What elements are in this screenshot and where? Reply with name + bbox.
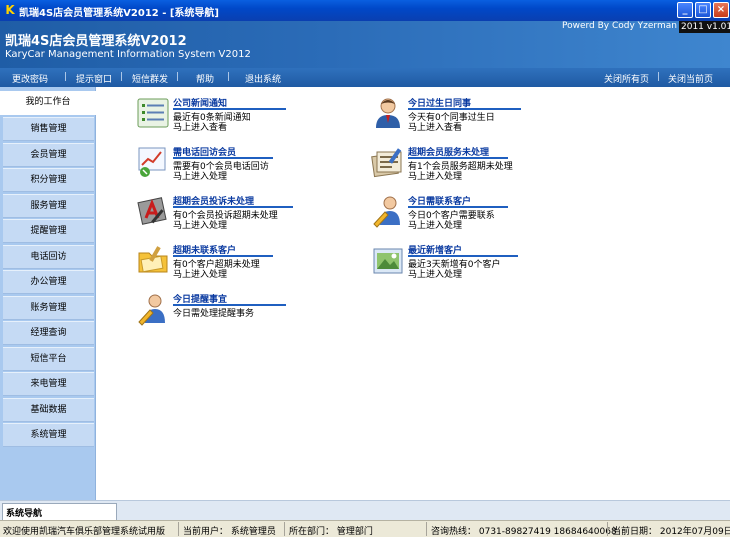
sidebar-item-system[interactable]: 系统管理 (3, 423, 94, 447)
app-title: 凯瑞4S店会员管理系统V2012 (5, 30, 187, 49)
status-user: 当前用户： 系统管理员 (183, 524, 276, 537)
reminder-user-icon (136, 292, 170, 326)
menu-help[interactable]: 帮助 (196, 72, 214, 85)
card-overdue-complaints[interactable]: 超期会员投诉未处理 有0个会员投诉超期未处理 马上进入处理 (136, 194, 366, 230)
header-banner: 凯瑞4S店会员管理系统V2012 KaryCar Management Info… (0, 21, 730, 68)
contact-user-icon (371, 194, 405, 228)
sidebar-item-manager-query[interactable]: 经理查询 (3, 321, 94, 345)
menu-bar: 更改密码 | 提示窗口 | 短信群发 | 帮助 | 退出系统 关闭所有页 | 关… (0, 68, 730, 87)
window-title: 凯瑞4S店会员管理系统V2012 - [系统导航] (19, 4, 219, 19)
menu-change-password[interactable]: 更改密码 (12, 72, 48, 85)
menu-separator: | (64, 72, 67, 82)
close-button[interactable]: × (713, 2, 729, 18)
card-action[interactable]: 马上进入处理 (173, 218, 227, 231)
status-divider (426, 522, 427, 536)
menu-separator: | (120, 72, 123, 82)
sidebar-item-calls[interactable]: 来电管理 (3, 372, 94, 396)
card-line: 今日需处理提醒事务 (173, 306, 254, 319)
sidebar-item-callback[interactable]: 电话回访 (3, 245, 94, 269)
status-welcome: 欢迎使用凯瑞汽车俱乐部管理系统试用版 (3, 524, 165, 537)
sidebar-item-members[interactable]: 会员管理 (3, 143, 94, 167)
card-action[interactable]: 马上进入处理 (408, 169, 462, 182)
person-icon (371, 96, 405, 130)
tab-system-navigation[interactable]: 系统导航 (2, 503, 117, 520)
menu-separator: | (176, 72, 179, 82)
card-action[interactable]: 马上进入处理 (408, 267, 462, 280)
title-bar: K 凯瑞4S店会员管理系统V2012 - [系统导航] _ □ × (0, 0, 730, 21)
status-department: 所在部门： 管理部门 (289, 524, 373, 537)
maximize-button[interactable]: □ (695, 2, 711, 18)
new-customer-icon (371, 243, 405, 277)
sidebar-item-reminders[interactable]: 提醒管理 (3, 219, 94, 243)
sidebar-item-points[interactable]: 积分管理 (3, 168, 94, 192)
minimize-button[interactable]: _ (677, 2, 693, 18)
complaint-icon (136, 194, 170, 228)
card-birthdays[interactable]: 今日过生日同事 今天有0个同事过生日 马上进入查看 (371, 96, 591, 132)
card-action[interactable]: 马上进入查看 (173, 120, 227, 133)
status-divider (178, 522, 179, 536)
menu-separator: | (657, 72, 660, 82)
documents-icon (371, 145, 405, 179)
menu-separator: | (227, 72, 230, 82)
card-action[interactable]: 马上进入查看 (408, 120, 462, 133)
sidebar: 我的工作台 销售管理 会员管理 积分管理 服务管理 提醒管理 电话回访 办公管理… (0, 87, 96, 500)
card-action[interactable]: 马上进入处理 (173, 267, 227, 280)
checklist-icon (136, 96, 170, 130)
card-contact-today[interactable]: 今日需联系客户 今日0个客户需要联系 马上进入处理 (371, 194, 591, 230)
menu-close-all[interactable]: 关闭所有页 (604, 72, 649, 85)
version-badge: 2011 v1.01版 (679, 21, 730, 33)
card-action[interactable]: 马上进入处理 (408, 218, 462, 231)
card-overdue-uncontacted[interactable]: 超期未联系客户 有0个客户超期未处理 马上进入处理 (136, 243, 356, 279)
main-panel: 公司新闻通知 最近有0条新闻通知 马上进入查看 今日过生日同事 今天有0个同事过… (97, 87, 730, 500)
app-subtitle: KaryCar Management Information System V2… (5, 49, 251, 60)
menu-bulk-sms[interactable]: 短信群发 (132, 72, 168, 85)
sidebar-item-service[interactable]: 服务管理 (3, 194, 94, 218)
powered-by: Powerd By Cody Yzerman (562, 21, 677, 31)
sidebar-item-sms[interactable]: 短信平台 (3, 347, 94, 371)
status-date: 当前日期： 2012年07月09日 (612, 524, 730, 537)
menu-exit[interactable]: 退出系统 (245, 72, 281, 85)
sidebar-item-basic-data[interactable]: 基础数据 (3, 398, 94, 422)
card-action[interactable]: 马上进入处理 (173, 169, 227, 182)
menu-prompt-window[interactable]: 提示窗口 (76, 72, 112, 85)
app-icon: K (3, 3, 17, 17)
status-divider (284, 522, 285, 536)
folder-icon (136, 243, 170, 277)
sidebar-item-workbench[interactable]: 我的工作台 (0, 91, 96, 115)
card-new-customers[interactable]: 最近新增客户 最近3天新增有0个客户 马上进入处理 (371, 243, 591, 279)
phone-chart-icon (136, 145, 170, 179)
status-divider (607, 522, 608, 536)
status-hotline: 咨询热线： 0731-89827419 18684640068 (431, 524, 617, 537)
sidebar-item-office[interactable]: 办公管理 (3, 270, 94, 294)
card-company-news[interactable]: 公司新闻通知 最近有0条新闻通知 马上进入查看 (136, 96, 356, 132)
sidebar-item-sales[interactable]: 销售管理 (3, 117, 94, 141)
status-bar: 欢迎使用凯瑞汽车俱乐部管理系统试用版 当前用户： 系统管理员 所在部门： 管理部… (0, 520, 730, 537)
card-phone-callback[interactable]: 需电话回访会员 需要有0个会员电话回访 马上进入处理 (136, 145, 356, 181)
menu-close-current[interactable]: 关闭当前页 (668, 72, 713, 85)
card-overdue-service[interactable]: 超期会员服务未处理 有1个会员服务超期未处理 马上进入处理 (371, 145, 601, 181)
card-today-reminders[interactable]: 今日提醒事宜 今日需处理提醒事务 (136, 292, 356, 328)
bottom-tab-bar: 系统导航 (0, 500, 730, 520)
sidebar-item-accounts[interactable]: 账务管理 (3, 296, 94, 320)
